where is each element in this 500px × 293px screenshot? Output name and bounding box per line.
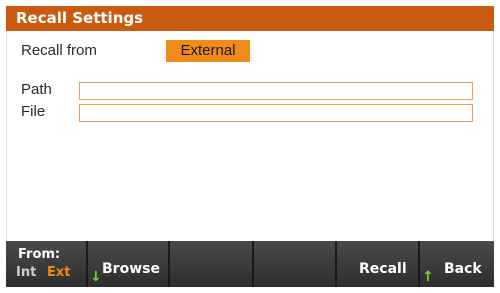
path-label: Path (21, 81, 52, 98)
recall-from-select[interactable]: External (166, 40, 250, 62)
recall-softkey[interactable]: Recall (337, 241, 420, 287)
softkey-bar: From: Int Ext Browse ↓ Recall Back ↑ (6, 241, 494, 287)
from-ext-option: Ext (47, 265, 71, 280)
path-input[interactable] (79, 82, 473, 100)
browse-label: Browse (102, 261, 160, 277)
dialog-title: Recall Settings (6, 6, 494, 31)
down-arrow-icon: ↓ (90, 269, 102, 285)
softkey-4[interactable] (254, 241, 337, 287)
back-softkey[interactable]: Back ↑ (420, 241, 494, 287)
recall-settings-dialog: Recall Settings Recall from External Pat… (0, 0, 500, 293)
softkey-3[interactable] (170, 241, 254, 287)
file-input[interactable] (79, 104, 473, 122)
from-softkey-label: From: (18, 247, 61, 262)
from-int-option: Int (16, 265, 37, 280)
dialog-content: Recall from External Path File (6, 31, 494, 241)
from-softkey[interactable]: From: Int Ext (6, 241, 88, 287)
file-label: File (21, 103, 46, 120)
up-arrow-icon: ↑ (422, 269, 434, 285)
browse-softkey[interactable]: Browse ↓ (88, 241, 170, 287)
recall-label: Recall (359, 261, 407, 277)
back-label: Back (444, 261, 482, 277)
recall-from-label: Recall from (21, 42, 97, 59)
